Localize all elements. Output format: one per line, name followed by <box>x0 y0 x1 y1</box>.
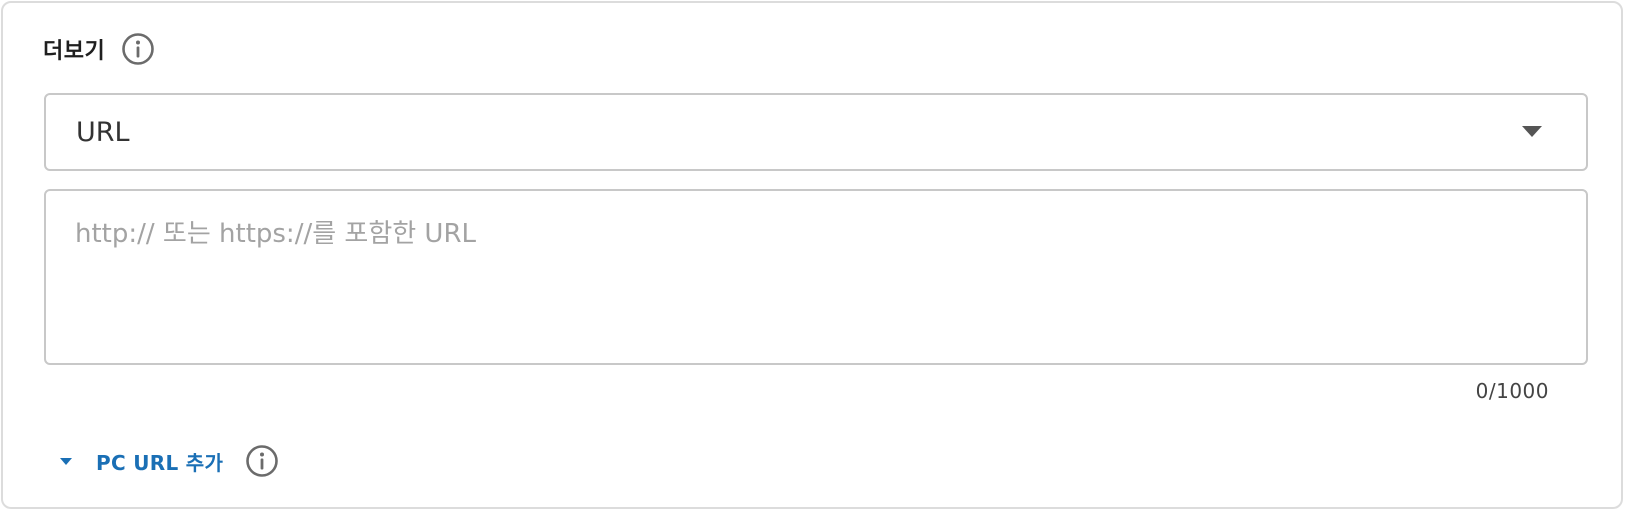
pc-url-toggle-label[interactable]: PC URL 추가 <box>96 447 223 476</box>
char-counter: 0/1000 <box>1475 379 1549 403</box>
caret-down-icon <box>1522 126 1542 137</box>
link-type-select[interactable]: URL <box>44 93 1588 171</box>
pc-url-toggle[interactable]: PC URL 추가 <box>60 443 279 479</box>
section-header: 더보기 <box>43 31 155 67</box>
more-link-card: 더보기 URL 0/1000 PC URL 추가 <box>1 1 1623 509</box>
info-icon[interactable] <box>245 444 279 478</box>
caret-down-icon <box>60 457 72 465</box>
link-type-select-value: URL <box>76 116 130 148</box>
info-icon[interactable] <box>121 32 155 66</box>
section-title: 더보기 <box>43 39 106 64</box>
url-input[interactable] <box>44 189 1588 365</box>
